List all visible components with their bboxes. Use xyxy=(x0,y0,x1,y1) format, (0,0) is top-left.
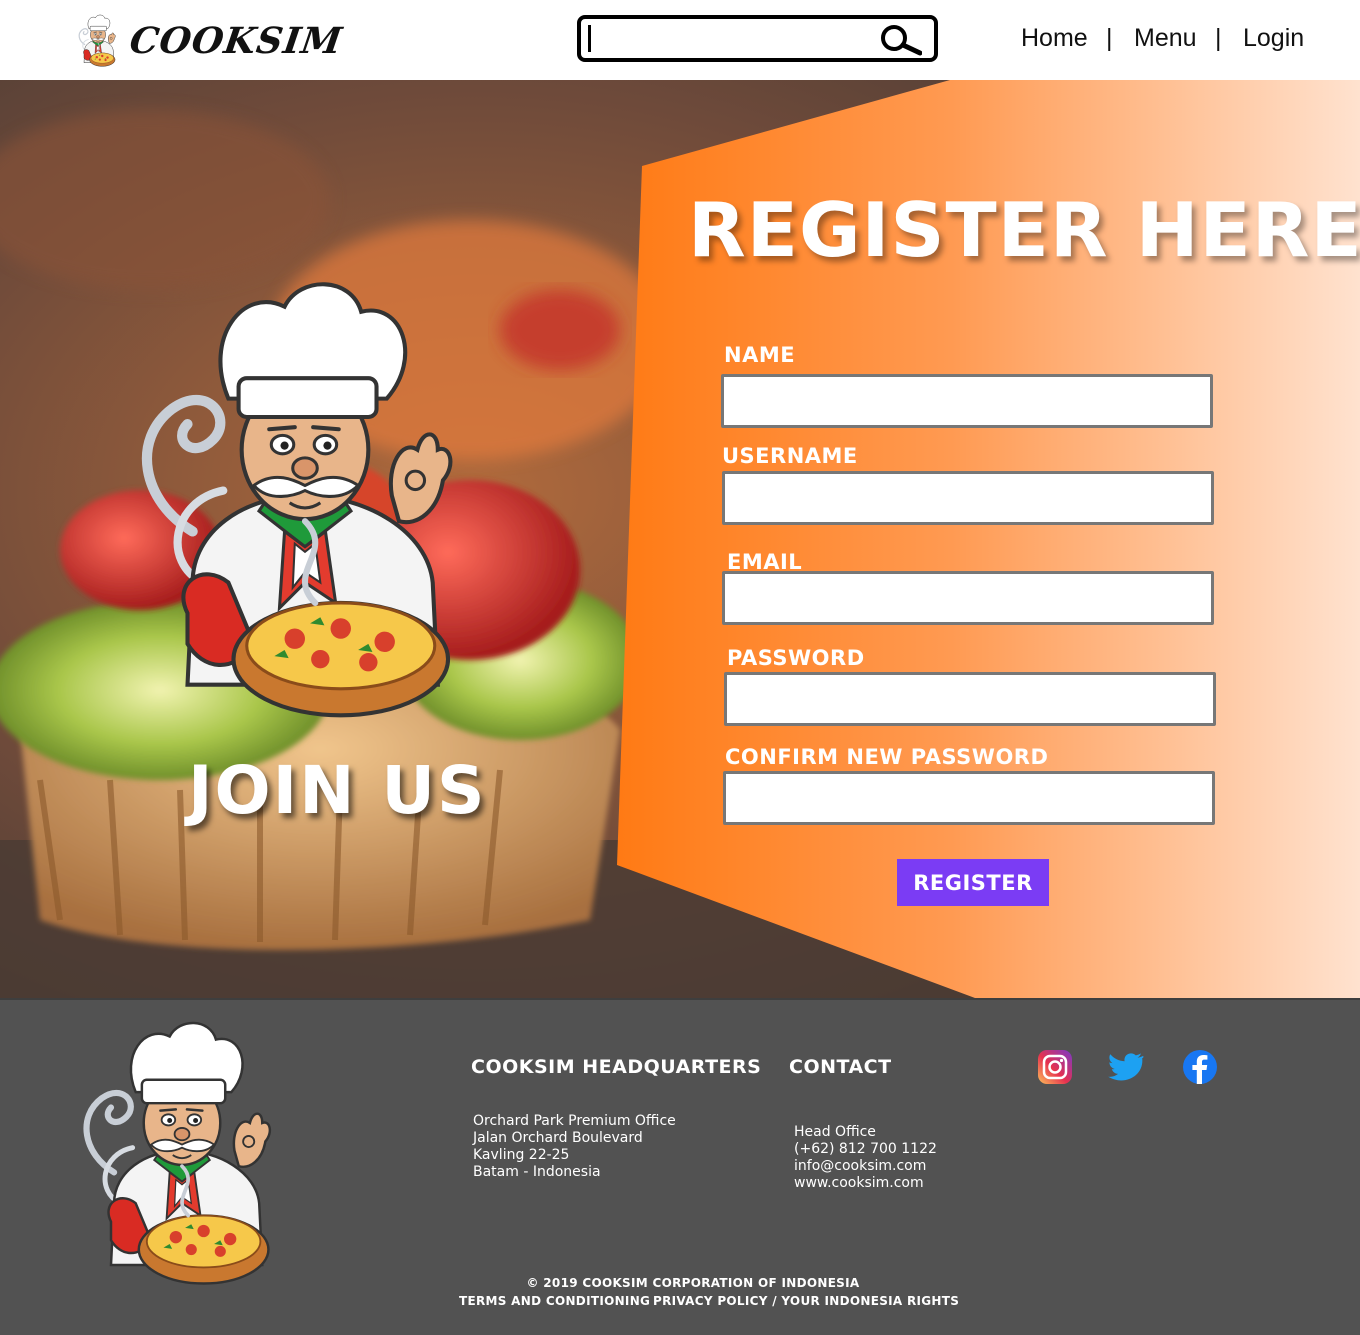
register-button[interactable]: REGISTER xyxy=(897,859,1049,906)
nav-login[interactable]: Login xyxy=(1243,24,1304,53)
nav-separator: | xyxy=(1106,24,1113,52)
copyright-text: © 2019 COOKSIM CORPORATION OF INDONESIA xyxy=(526,1276,860,1290)
search-box[interactable] xyxy=(577,15,938,62)
chef-mascot-illustration xyxy=(70,1018,294,1302)
search-input[interactable] xyxy=(595,23,875,54)
address-line: Jalan Orchard Boulevard xyxy=(473,1130,643,1146)
site-footer: COOKSIM HEADQUARTERS Orchard Park Premiu… xyxy=(0,998,1360,1335)
twitter-icon[interactable] xyxy=(1108,1048,1146,1086)
top-header: COOKSIM Home | Menu | Login xyxy=(0,0,1360,80)
brand-name: COOKSIM xyxy=(127,20,346,62)
password-field[interactable] xyxy=(724,672,1216,726)
terms-link[interactable]: TERMS AND CONDITIONING xyxy=(459,1294,650,1308)
name-label: NAME xyxy=(724,343,796,367)
name-field[interactable] xyxy=(721,374,1213,428)
instagram-icon[interactable] xyxy=(1036,1048,1074,1086)
contact-details: Head Office (+62) 812 700 1122 info@cook… xyxy=(794,1124,937,1192)
register-panel: REGISTER HERE NAME USERNAME EMAIL PASSWO… xyxy=(0,80,1360,998)
username-label: USERNAME xyxy=(722,444,858,468)
confirm-password-label: CONFIRM NEW PASSWORD xyxy=(725,745,1049,769)
address-line: Batam - Indonesia xyxy=(473,1164,601,1180)
brand-logo[interactable]: COOKSIM xyxy=(76,14,345,72)
text-caret xyxy=(588,25,591,52)
nav-menu[interactable]: Menu xyxy=(1134,24,1197,53)
contact-heading: CONTACT xyxy=(789,1056,892,1078)
hero-section: JOIN US REGISTER HERE NAME USERNAME EMAI… xyxy=(0,80,1360,998)
register-title: REGISTER HERE xyxy=(688,186,1360,274)
facebook-icon[interactable] xyxy=(1181,1048,1219,1086)
contact-website[interactable]: www.cooksim.com xyxy=(794,1175,937,1192)
privacy-policy-link[interactable]: PRIVACY POLICY / YOUR INDONESIA RIGHTS xyxy=(653,1294,959,1308)
confirm-password-field[interactable] xyxy=(723,771,1215,825)
contact-email[interactable]: info@cooksim.com xyxy=(794,1158,937,1175)
password-label: PASSWORD xyxy=(727,646,865,670)
address-line: Orchard Park Premium Office xyxy=(473,1113,676,1129)
search-icon[interactable] xyxy=(878,23,922,57)
chef-logo-icon xyxy=(76,14,120,70)
nav-home[interactable]: Home xyxy=(1021,24,1088,53)
nav-separator: | xyxy=(1215,24,1222,52)
headquarters-heading: COOKSIM HEADQUARTERS xyxy=(471,1056,762,1078)
contact-line: Head Office xyxy=(794,1124,876,1140)
address-line: Kavling 22-25 xyxy=(473,1147,570,1163)
headquarters-address: Orchard Park Premium Office Jalan Orchar… xyxy=(473,1113,676,1181)
contact-phone[interactable]: (+62) 812 700 1122 xyxy=(794,1141,937,1158)
username-field[interactable] xyxy=(722,471,1214,525)
email-field[interactable] xyxy=(722,571,1214,625)
